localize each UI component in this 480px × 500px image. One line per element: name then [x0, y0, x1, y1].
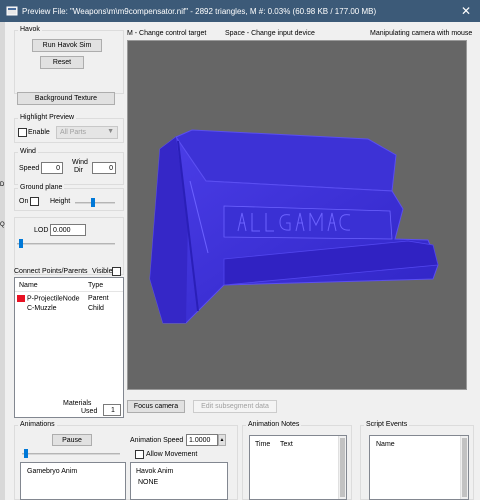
model-render [149, 129, 439, 324]
highlight-preview-title: Highlight Preview [18, 114, 77, 121]
background-texture-button[interactable]: Background Texture [17, 92, 115, 105]
column-header-text: Text [280, 441, 293, 448]
model-viewport[interactable] [127, 40, 467, 390]
ground-height-slider[interactable] [91, 198, 95, 207]
run-havok-sim-button[interactable]: Run Havok Sim [32, 39, 102, 52]
side-fragment-a: D [0, 182, 5, 188]
column-header-name: Name [376, 441, 395, 448]
visible-checkbox[interactable] [112, 267, 121, 276]
column-header-type: Type [88, 282, 104, 289]
list-item[interactable]: Gamebryo Anim [27, 468, 77, 475]
wind-group-title: Wind [18, 148, 38, 155]
enable-label: Enable [28, 129, 50, 136]
animation-track [22, 453, 120, 455]
wind-dir-input[interactable]: 0 [92, 162, 116, 174]
havok-group-title: Havok [18, 26, 42, 33]
highlight-parts-select[interactable]: All Parts ▼ [56, 126, 118, 139]
materials-label: Materials [63, 400, 92, 407]
animation-slider[interactable] [24, 449, 28, 458]
lod-label: LOD [34, 227, 49, 234]
ground-height-label: Height [50, 198, 71, 205]
wind-speed-value: 0 [56, 164, 60, 172]
edit-subsegment-button[interactable]: Edit subsegment data [193, 400, 277, 413]
app-icon [6, 5, 18, 17]
list-item[interactable]: C-Muzzle [27, 305, 57, 312]
hint-change-input-device: Space - Change input device [225, 30, 315, 37]
havok-anim-box[interactable]: Havok Anim NONE [130, 462, 228, 500]
list-item-type: Parent [88, 295, 109, 302]
close-button[interactable]: ✕ [452, 0, 480, 22]
allow-movement-checkbox[interactable] [135, 450, 144, 459]
focus-camera-button[interactable]: Focus camera [127, 400, 185, 413]
havok-anim-value: NONE [138, 479, 159, 486]
animation-list[interactable]: Gamebryo Anim [20, 462, 126, 500]
ground-plane-checkbox[interactable] [30, 197, 39, 206]
animations-title: Animations [18, 421, 57, 428]
wind-speed-input[interactable]: 0 [41, 162, 63, 174]
havok-anim-label: Havok Anim [136, 468, 174, 475]
ground-height-track [75, 202, 115, 204]
list-item[interactable]: P-ProjectileNode [17, 295, 80, 302]
reset-button[interactable]: Reset [40, 56, 84, 69]
lod-slider[interactable] [19, 239, 23, 248]
animation-speed-label: Animation Speed [130, 437, 184, 444]
side-fragment-b: Q [0, 222, 5, 228]
pause-button[interactable]: Pause [52, 434, 92, 446]
window-title: Preview File: "Weapons\m\m9compensator.n… [22, 6, 377, 16]
ground-on-label: On [19, 198, 29, 205]
animation-speed-spinner[interactable]: ▲ [218, 434, 226, 446]
animation-notes-list[interactable]: Time Text [249, 435, 347, 500]
notes-scrollbar[interactable] [338, 436, 346, 499]
column-header-name: Name [19, 282, 38, 289]
lod-value: 0.000 [53, 226, 71, 234]
materials-used-value-box: 1 [103, 404, 121, 416]
events-scrollbar[interactable] [460, 436, 468, 499]
wind-dir-value: 0 [109, 164, 113, 172]
animation-notes-title: Animation Notes [246, 421, 302, 428]
highlight-parts-value: All Parts [60, 129, 87, 136]
hint-camera-mode: Manipulating camera with mouse [370, 30, 473, 37]
script-events-title: Script Events [364, 421, 410, 428]
wind-dir-label-2: Dir [74, 167, 83, 174]
enable-highlight-checkbox[interactable] [18, 128, 27, 137]
connect-points-list[interactable]: Name Type P-ProjectileNode Parent C-Muzz… [14, 277, 124, 418]
highlight-marker-icon [17, 295, 25, 302]
lod-input[interactable]: 0.000 [50, 224, 86, 236]
animation-speed-input[interactable]: 1.0000 [186, 434, 218, 446]
lod-track [17, 243, 115, 245]
wind-speed-label: Speed [19, 165, 40, 172]
chevron-down-icon: ▼ [107, 128, 114, 135]
column-header-time: Time [255, 441, 271, 448]
materials-used-label: Used [81, 408, 98, 415]
allow-movement-label: Allow Movement [146, 451, 198, 458]
wind-dir-label-1: Wind [72, 159, 88, 166]
script-events-list[interactable]: Name [369, 435, 469, 500]
list-item-type: Child [88, 305, 104, 312]
title-bar: Preview File: "Weapons\m\m9compensator.n… [0, 0, 480, 22]
ground-plane-title: Ground plane [18, 184, 65, 191]
connect-points-title: Connect Points/Parents [14, 268, 88, 275]
hint-change-control-target: M - Change control target [127, 30, 207, 37]
visible-label: Visible [92, 268, 113, 275]
materials-used-value: 1 [111, 406, 115, 414]
animation-speed-value: 1.0000 [189, 436, 211, 444]
